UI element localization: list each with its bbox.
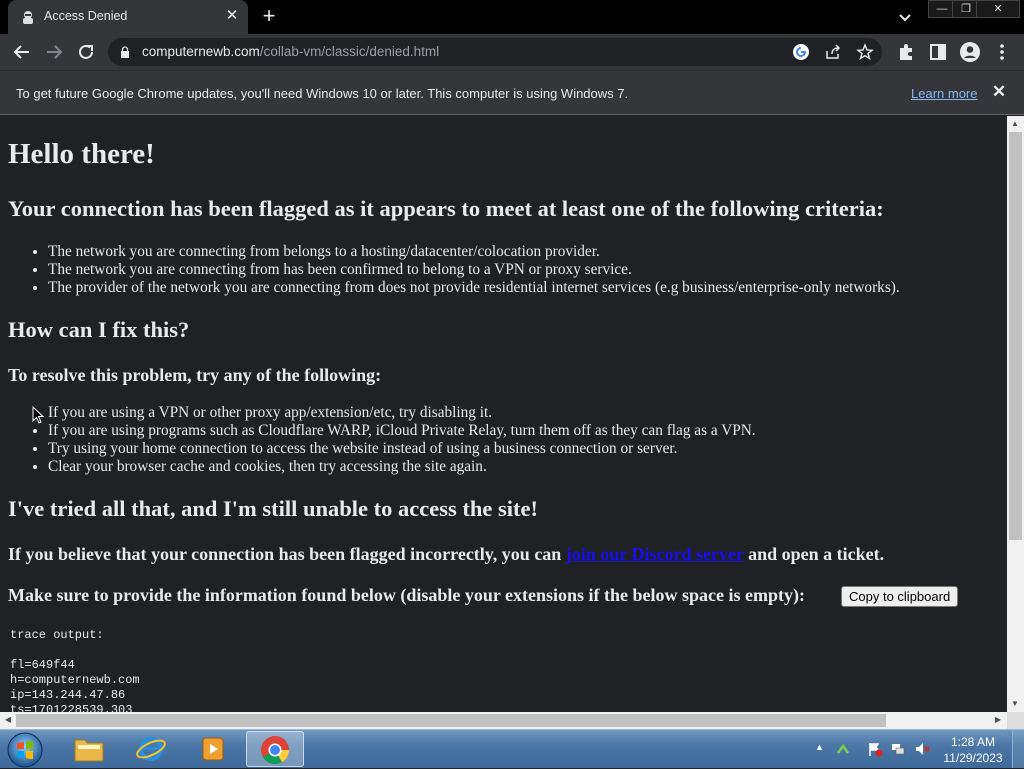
list-item: Try using your home connection to access…	[48, 440, 756, 458]
list-item: Clear your browser cache and cookies, th…	[48, 458, 756, 476]
list-item: The provider of the network you are conn…	[48, 279, 900, 297]
action-center-flag-icon[interactable]	[867, 741, 883, 757]
vertical-scroll-thumb[interactable]	[1009, 132, 1022, 540]
lock-icon[interactable]	[120, 46, 130, 58]
vertical-scrollbar[interactable]: ▲ ▼	[1007, 116, 1024, 712]
scroll-down-arrow-icon[interactable]: ▼	[1007, 696, 1023, 712]
taskbar-media-player[interactable]	[184, 731, 242, 767]
google-icon[interactable]	[792, 43, 810, 61]
mouse-cursor-icon	[32, 406, 44, 424]
back-arrow-icon[interactable]	[10, 40, 34, 64]
ticket-paragraph: If you believe that your connection has …	[8, 544, 884, 565]
spy-favicon-icon	[23, 11, 33, 24]
start-button-icon[interactable]	[6, 731, 44, 769]
list-item: If you are using a VPN or other proxy ap…	[48, 404, 756, 422]
learn-more-link[interactable]: Learn more	[911, 86, 977, 101]
network-icon[interactable]	[890, 741, 906, 757]
close-window-button[interactable]: ✕	[976, 0, 1020, 18]
fix-heading: How can I fix this?	[8, 317, 190, 342]
profile-avatar-icon[interactable]	[958, 40, 982, 64]
tried-heading: I've tried all that, and I'm still unabl…	[8, 496, 538, 521]
resolve-heading: To resolve this problem, try any of the …	[8, 365, 382, 385]
flagged-heading: Your connection has been flagged as it a…	[8, 196, 884, 221]
discord-link[interactable]: join our Discord server	[566, 544, 744, 564]
share-icon[interactable]	[824, 43, 842, 61]
new-tab-button[interactable]: +	[258, 5, 280, 28]
scroll-left-arrow-icon[interactable]: ◀	[0, 712, 16, 728]
media-player-icon	[202, 737, 224, 761]
tab-title: Access Denied	[44, 9, 128, 23]
page-viewport: Hello there! Your connection has been fl…	[0, 116, 1007, 712]
ticket-prefix: If you believe that your connection has …	[8, 544, 566, 564]
scroll-up-arrow-icon[interactable]: ▲	[1007, 116, 1023, 132]
tab-close-icon[interactable]: ✕	[223, 7, 241, 25]
update-infobar: To get future Google Chrome updates, you…	[0, 70, 1024, 115]
trace-output: trace output: fl=649f44 h=computernewb.c…	[10, 628, 140, 712]
scrollbar-corner	[1007, 712, 1024, 729]
url-text: computernewb.com/collab-vm/classic/denie…	[142, 44, 440, 59]
menu-kebab-icon[interactable]	[990, 40, 1014, 64]
provide-heading: Make sure to provide the information fou…	[8, 585, 806, 605]
list-item: The network you are connecting from has …	[48, 261, 900, 279]
list-item: If you are using programs such as Cloudf…	[48, 422, 756, 440]
scroll-right-arrow-icon[interactable]: ▶	[990, 712, 1006, 728]
horizontal-scroll-thumb[interactable]	[16, 714, 886, 727]
taskbar-internet-explorer[interactable]	[122, 731, 180, 767]
page-title: Hello there!	[8, 138, 155, 170]
side-panel-icon[interactable]	[926, 40, 950, 64]
internet-explorer-icon	[136, 737, 166, 761]
extensions-puzzle-icon[interactable]	[894, 40, 918, 64]
address-bar[interactable]: computernewb.com/collab-vm/classic/denie…	[108, 38, 882, 66]
ticket-suffix: and open a ticket.	[743, 544, 885, 564]
criteria-list: The network you are connecting from belo…	[48, 243, 900, 297]
taskbar-chrome[interactable]	[246, 731, 304, 767]
tab-search-chevron-icon[interactable]	[894, 6, 916, 28]
copy-to-clipboard-button[interactable]: Copy to clipboard	[841, 586, 959, 607]
folder-icon	[74, 739, 104, 762]
tray-overflow-chevron-icon[interactable]: ▲	[815, 742, 824, 752]
bookmark-star-icon[interactable]	[856, 43, 874, 61]
horizontal-scrollbar[interactable]: ◀ ▶	[0, 712, 1007, 729]
tray-sync-icon[interactable]	[835, 741, 851, 757]
clock-time[interactable]: 1:28 AM	[946, 735, 1000, 749]
title-bar: Access Denied ✕ + — ❐ ✕	[0, 0, 1024, 34]
chrome-icon	[261, 736, 289, 764]
tab-access-denied[interactable]: Access Denied ✕	[8, 0, 248, 34]
show-desktop-button[interactable]	[1012, 730, 1024, 768]
volume-muted-icon[interactable]	[914, 741, 930, 757]
taskbar-file-explorer[interactable]	[60, 731, 118, 767]
list-item: The network you are connecting from belo…	[48, 243, 900, 261]
infobar-message: To get future Google Chrome updates, you…	[16, 86, 629, 101]
infobar-close-icon[interactable]: ✕	[990, 83, 1008, 101]
windows-taskbar: ▲ 1:28 AM 11/29/2023	[0, 729, 1024, 768]
fixes-list: If you are using a VPN or other proxy ap…	[48, 404, 756, 476]
clock-date[interactable]: 11/29/2023	[938, 751, 1008, 765]
reload-icon[interactable]	[74, 40, 98, 64]
browser-toolbar: computernewb.com/collab-vm/classic/denie…	[0, 34, 1024, 70]
forward-arrow-icon[interactable]	[42, 40, 66, 64]
